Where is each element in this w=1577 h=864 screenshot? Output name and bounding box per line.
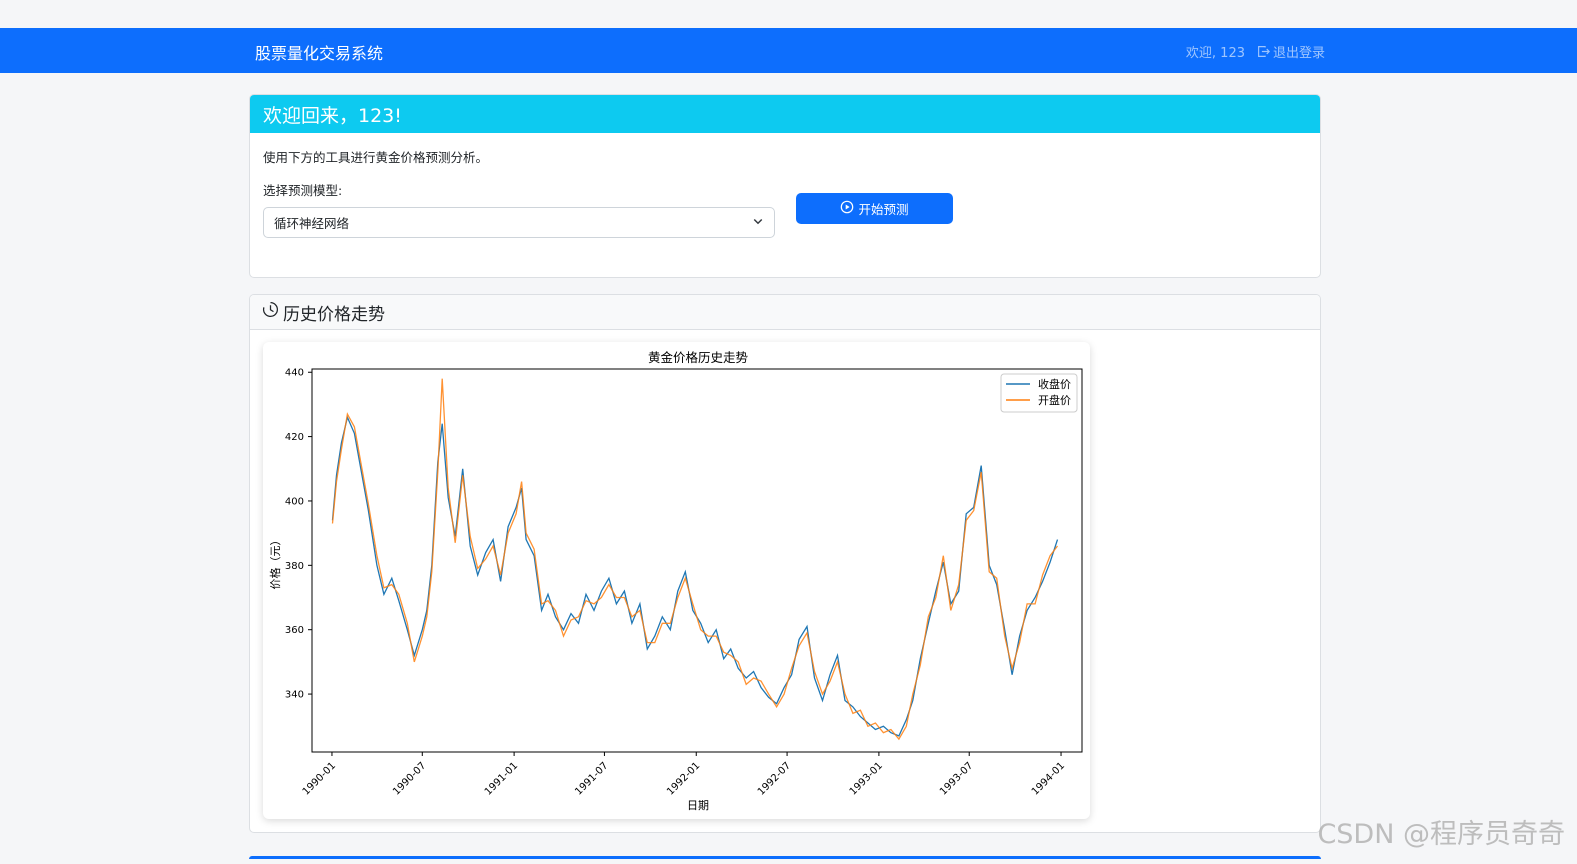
intro-text: 使用下方的工具进行黄金价格预测分析。 <box>263 150 489 165</box>
welcome-user-text: 欢迎, 123 <box>1185 46 1245 61</box>
user-nav: 欢迎, 123 退出登录 <box>1186 42 1325 61</box>
y-tick-label: 340 <box>285 690 304 701</box>
top-navbar: 股票量化交易系统 欢迎, 123 退出登录 <box>0 28 1577 73</box>
welcome-card-header: 欢迎回来，123! <box>250 95 1320 133</box>
brand-title[interactable]: 股票量化交易系统 <box>255 40 383 64</box>
start-predict-label: 开始预测 <box>858 202 909 217</box>
x-tick-label: 1990-07 <box>391 760 428 797</box>
model-select[interactable]: 循环神经网络 <box>263 207 775 238</box>
y-axis-ticks: 340 360 380 400 420 440 <box>285 368 312 701</box>
x-tick-label: 1992-07 <box>756 760 793 797</box>
x-tick-label: 1991-07 <box>573 760 610 797</box>
x-tick-label: 1991-01 <box>483 760 520 797</box>
welcome-title: 欢迎回来，123! <box>263 104 402 127</box>
history-card-header: 历史价格走势 <box>250 295 1320 330</box>
series-line-close <box>331 415 1059 737</box>
chart-title: 黄金价格历史走势 <box>648 350 749 365</box>
chart-legend: 收盘价 开盘价 <box>1000 373 1078 413</box>
next-card-top-border <box>249 856 1321 859</box>
y-tick-label: 380 <box>285 561 304 572</box>
logout-link[interactable]: 退出登录 <box>1257 42 1325 61</box>
logout-label: 退出登录 <box>1272 46 1325 61</box>
legend-label-open: 开盘价 <box>1038 393 1071 407</box>
y-tick-label: 360 <box>285 625 304 636</box>
history-card: 历史价格走势 黄金价格历史走势 1990-01 1990-07 1991-01 199… <box>249 294 1321 833</box>
x-tick-label: 1990-01 <box>301 760 338 797</box>
x-tick-label: 1992-01 <box>665 760 702 797</box>
chart-series-lines <box>331 378 1059 741</box>
x-tick-label: 1993-07 <box>938 760 975 797</box>
y-axis-label: 价格（元） <box>268 535 282 590</box>
legend-label-close: 收盘价 <box>1038 377 1071 391</box>
csdn-watermark: CSDN @程序员奇奇 <box>1317 819 1565 850</box>
history-title: 历史价格走势 <box>283 304 385 325</box>
clock-history-icon <box>262 301 279 323</box>
play-circle-icon <box>840 200 854 217</box>
y-tick-label: 440 <box>285 368 304 379</box>
model-select-value: 循环神经网络 <box>274 216 350 231</box>
y-tick-label: 400 <box>285 496 304 507</box>
chevron-down-icon <box>752 215 764 230</box>
x-tick-label: 1994-01 <box>1030 760 1067 797</box>
price-history-chart: 黄金价格历史走势 1990-01 1990-07 1991-01 1991-07 199… <box>263 342 1090 819</box>
x-axis-label: 日期 <box>687 799 709 812</box>
start-predict-button[interactable]: 开始预测 <box>796 193 953 224</box>
model-select-label: 选择预测模型: <box>263 183 343 198</box>
x-tick-label: 1993-01 <box>848 760 885 797</box>
x-axis-ticks: 1990-01 1990-07 1991-01 1991-07 1992-01 1992-… <box>301 752 1067 798</box>
plot-frame <box>311 368 1083 753</box>
logout-icon <box>1257 45 1270 58</box>
price-chart-svg: 黄金价格历史走势 1990-01 1990-07 1991-01 1991-07 199… <box>268 350 1083 812</box>
welcome-card: 欢迎回来，123! 使用下方的工具进行黄金价格预测分析。 选择预测模型: 循环神… <box>249 94 1321 278</box>
y-tick-label: 420 <box>285 432 304 443</box>
